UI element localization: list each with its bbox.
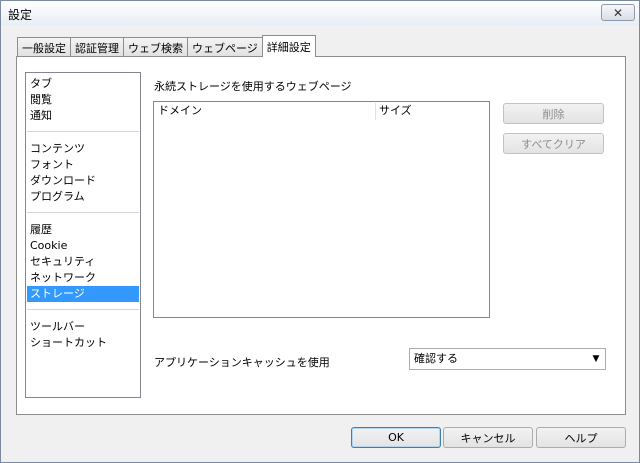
tab-general[interactable]: 一般設定	[17, 37, 71, 57]
storage-section-label: 永続ストレージを使用するウェブページ	[154, 80, 352, 93]
tab-bar: 一般設定 認証管理 ウェブ検索 ウェブページ 詳細設定	[17, 35, 316, 57]
app-cache-selected-value: 確認する	[414, 352, 458, 365]
sidebar-item-storage[interactable]: ストレージ	[27, 286, 139, 302]
tab-web-search[interactable]: ウェブ検索	[123, 37, 188, 57]
sidebar-item-downloads[interactable]: ダウンロード	[27, 173, 139, 189]
close-icon: ✕	[612, 5, 624, 20]
ok-button[interactable]: OK	[351, 427, 441, 448]
column-header-size[interactable]: サイズ	[376, 103, 489, 120]
sidebar-item-tabs[interactable]: タブ	[27, 76, 139, 92]
sidebar-item-shortcuts[interactable]: ショートカット	[27, 335, 139, 351]
help-button[interactable]: ヘルプ	[536, 427, 626, 448]
sidebar-item-security[interactable]: セキュリティ	[27, 254, 139, 270]
clear-all-button[interactable]: すべてクリア	[503, 133, 604, 154]
sidebar-item-network[interactable]: ネットワーク	[27, 270, 139, 286]
settings-dialog: 設定 ✕ 一般設定 認証管理 ウェブ検索 ウェブページ 詳細設定 タブ 閲覧 通…	[0, 0, 640, 463]
delete-button[interactable]: 削除	[503, 103, 604, 124]
sidebar-item-cookies[interactable]: Cookie	[27, 238, 139, 254]
window-title: 設定	[8, 8, 33, 22]
storage-domain-table[interactable]: ドメイン サイズ	[153, 101, 490, 318]
sidebar-item-content[interactable]: コンテンツ	[27, 141, 139, 157]
sidebar-item-fonts[interactable]: フォント	[27, 157, 139, 173]
cancel-button[interactable]: キャンセル	[443, 427, 533, 448]
sidebar-item-toolbars[interactable]: ツールバー	[27, 319, 139, 335]
list-divider	[27, 309, 139, 310]
sidebar-item-history[interactable]: 履歴	[27, 222, 139, 238]
list-divider	[27, 131, 139, 132]
app-cache-select[interactable]: 確認する ▼	[409, 348, 606, 370]
tab-password-manager[interactable]: 認証管理	[70, 37, 124, 57]
sidebar-item-programs[interactable]: プログラム	[27, 189, 139, 205]
app-cache-label: アプリケーションキャッシュを使用	[154, 356, 330, 369]
column-header-domain[interactable]: ドメイン	[155, 103, 376, 120]
category-list[interactable]: タブ 閲覧 通知 コンテンツ フォント ダウンロード プログラム 履歴 Cook…	[25, 72, 141, 398]
tab-advanced[interactable]: 詳細設定	[261, 35, 316, 57]
list-divider	[27, 212, 139, 213]
title-bar: 設定 ✕	[1, 1, 639, 25]
tab-web-pages[interactable]: ウェブページ	[187, 37, 263, 57]
chevron-down-icon: ▼	[592, 354, 600, 364]
sidebar-item-notifications[interactable]: 通知	[27, 108, 139, 124]
sidebar-item-browsing[interactable]: 閲覧	[27, 92, 139, 108]
advanced-panel: タブ 閲覧 通知 コンテンツ フォント ダウンロード プログラム 履歴 Cook…	[16, 56, 626, 415]
close-button[interactable]: ✕	[601, 4, 635, 21]
